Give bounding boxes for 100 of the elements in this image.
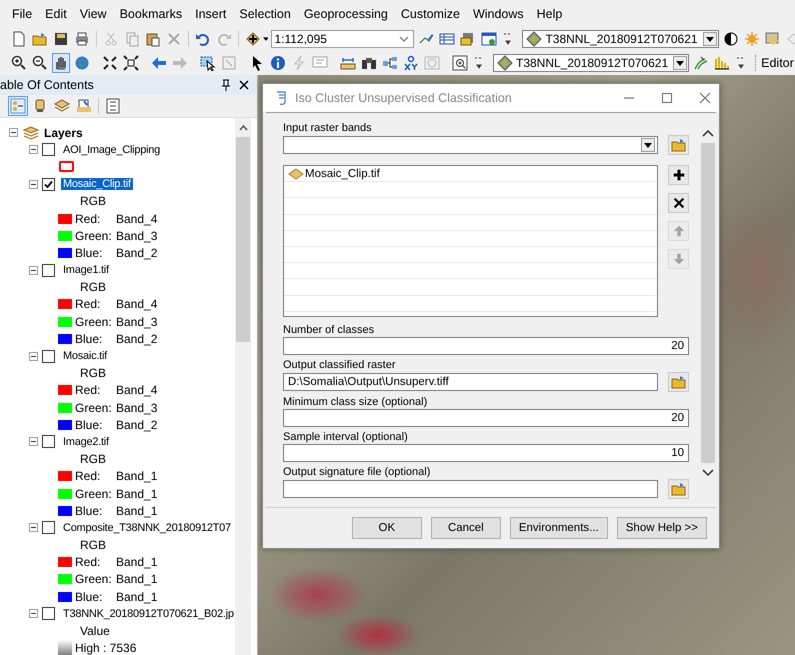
dropdown-arrow-icon <box>676 60 684 66</box>
collapse-toggle[interactable] <box>9 128 18 138</box>
field-label: Input raster bands <box>283 121 373 135</box>
dropdown-field[interactable] <box>283 136 658 154</box>
menu-item[interactable]: View <box>74 6 114 20</box>
layer-checkbox[interactable] <box>42 435 55 448</box>
legend-value: Band_2 <box>116 332 158 346</box>
input-field[interactable]: 20 <box>283 337 689 355</box>
layer-name[interactable]: AOI_Image_Clipping <box>61 144 162 156</box>
collapse-toggle[interactable] <box>29 523 38 532</box>
scroll-up-icon[interactable] <box>238 125 248 131</box>
field-label: Sample interval (optional) <box>283 430 409 444</box>
browse-folder-button[interactable] <box>668 372 689 392</box>
scroll-down-icon[interactable] <box>702 469 714 477</box>
field-label: Minimum class size (optional) <box>283 395 428 409</box>
legend-label: Green: <box>75 486 113 501</box>
legend-value: Band_1 <box>116 555 158 570</box>
identify-icon[interactable] <box>269 53 287 73</box>
panel-title: able Of Contents <box>0 78 95 92</box>
browse-folder-button[interactable] <box>668 135 689 155</box>
scale-dropdown[interactable]: 1:112,095 <box>271 30 414 48</box>
raster-diamond-icon <box>288 168 304 180</box>
layer-checkbox[interactable] <box>42 143 55 156</box>
dialog-button[interactable]: OK <box>352 517 422 539</box>
editor-menu[interactable]: Editor <box>759 56 795 70</box>
layer-checkbox[interactable] <box>42 607 55 620</box>
collapse-toggle[interactable] <box>29 145 38 154</box>
maximize-icon[interactable] <box>661 92 673 104</box>
browse-folder-button[interactable] <box>668 479 689 499</box>
legend-value: Band_4 <box>116 383 158 398</box>
legend-heading: RGB <box>79 452 106 466</box>
dialog-button[interactable]: Cancel <box>430 517 501 539</box>
collapse-toggle[interactable] <box>29 266 38 275</box>
layers-stack-icon <box>22 124 40 141</box>
dropdown-arrow-icon <box>706 36 714 42</box>
menu-item[interactable]: Insert <box>189 6 234 20</box>
menu-item[interactable]: Customize <box>394 6 467 20</box>
layer-checkbox[interactable] <box>42 264 55 277</box>
move-up-icon <box>672 224 686 238</box>
tree-item[interactable]: Layers <box>44 126 83 140</box>
input-field[interactable]: D:\Somalia\Output\Unsuperv.tiff <box>283 373 658 391</box>
menu-item[interactable]: Bookmarks <box>114 6 190 20</box>
layer-name[interactable]: Mosaic_Clip.tif <box>61 178 133 190</box>
input-field[interactable] <box>283 480 658 498</box>
layer-checkbox[interactable] <box>42 521 55 534</box>
add-button[interactable] <box>668 165 689 185</box>
field-label: Output classified raster <box>283 358 396 372</box>
layer-name[interactable]: T38NNK_20180912T070621_B02.jp <box>61 608 235 620</box>
menu-item[interactable]: Help <box>530 6 570 20</box>
scroll-up-icon[interactable] <box>702 129 714 137</box>
input-field[interactable]: 10 <box>283 444 689 462</box>
legend-value: Band_3 <box>116 228 158 243</box>
layer-name[interactable]: Image1.tif <box>61 264 111 276</box>
menu-item[interactable]: File <box>6 6 40 20</box>
layer-name[interactable]: Mosaic.tif <box>61 350 109 362</box>
layer-name[interactable]: Composite_T38NNK_20180912T07 <box>61 522 233 534</box>
collapse-toggle[interactable] <box>29 437 38 446</box>
legend-value: Band_4 <box>116 212 158 226</box>
legend-label: Green: <box>75 228 113 243</box>
window-title: Iso Cluster Unsupervised Classification <box>295 91 513 105</box>
xy-icon[interactable] <box>402 53 420 73</box>
legend-label: Green: <box>75 400 113 415</box>
list-item[interactable]: Mosaic_Clip.tif <box>284 168 380 180</box>
legend-value: Band_3 <box>116 314 158 329</box>
menu-item[interactable]: Windows <box>466 6 531 20</box>
collapse-toggle[interactable] <box>29 609 38 618</box>
menu-item[interactable]: Selection <box>233 6 298 20</box>
move-down-icon <box>672 252 686 266</box>
dialog-button[interactable]: Environments... <box>510 517 608 539</box>
dialog-button[interactable]: Show Help >> <box>616 517 707 539</box>
menu-item[interactable]: Geoprocessing <box>298 6 395 20</box>
legend-label: Red: <box>75 383 102 398</box>
menu-item[interactable]: Edit <box>39 6 74 20</box>
legend-label: Green: <box>75 572 113 586</box>
add-icon <box>672 168 686 182</box>
layer-checkbox[interactable] <box>42 350 55 363</box>
pin-icon[interactable] <box>221 79 231 91</box>
legend-heading: RGB <box>79 366 106 380</box>
layer-dropdown[interactable]: T38NNL_20180912T070621 <box>522 30 719 48</box>
close-icon[interactable] <box>239 80 249 90</box>
legend-label: Red: <box>75 212 102 226</box>
legend-label: Red: <box>75 555 102 570</box>
layer-name[interactable]: Image2.tif <box>61 436 111 448</box>
pan-hand-icon[interactable] <box>52 53 70 73</box>
legend-label: Blue: <box>75 246 104 260</box>
layer-dropdown[interactable]: T38NNL_20180912T070621 <box>493 54 690 72</box>
legend-heading: Value <box>79 624 110 638</box>
legend-heading: RGB <box>79 280 106 294</box>
legend-value: Band_1 <box>116 590 158 604</box>
collapse-toggle[interactable] <box>29 352 38 361</box>
caret-icon[interactable] <box>262 37 268 41</box>
legend-label: Blue: <box>75 504 104 518</box>
remove-button[interactable] <box>668 193 689 213</box>
collapse-toggle[interactable] <box>29 180 38 189</box>
scrollbar[interactable] <box>235 118 251 655</box>
legend-label: Blue: <box>75 590 104 604</box>
layer-checkbox[interactable] <box>42 178 55 191</box>
input-field[interactable]: 20 <box>283 409 689 427</box>
magnifier-window-icon[interactable] <box>451 53 469 73</box>
fixed-zoom-out-icon[interactable] <box>122 53 140 73</box>
